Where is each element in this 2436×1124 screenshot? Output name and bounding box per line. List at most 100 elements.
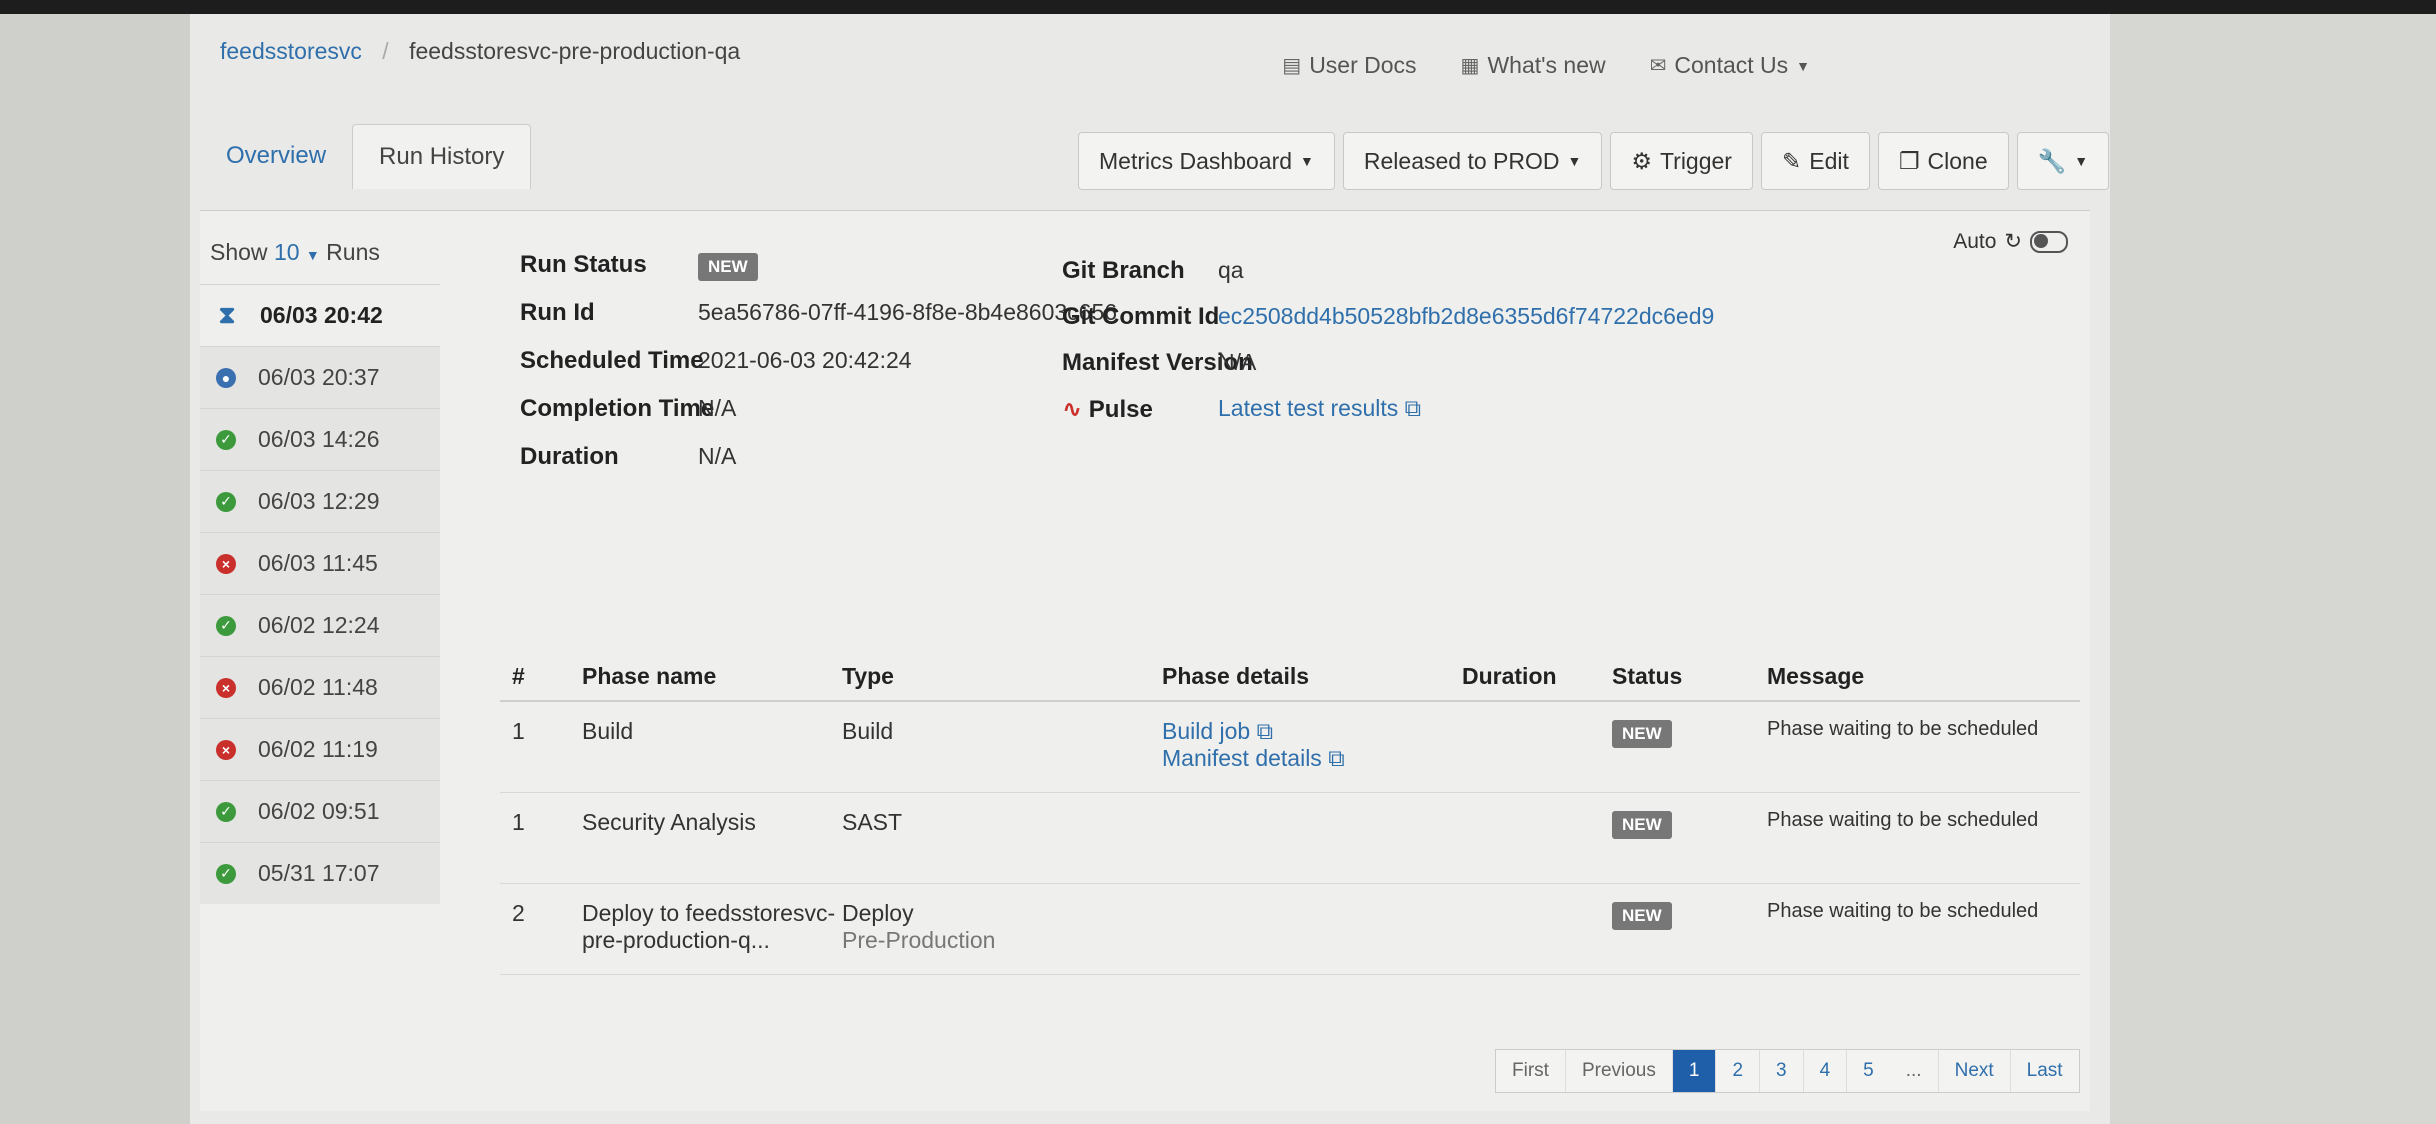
run-history-panel: Show 10 ▼ Runs ⧗ 06/03 20:42 ● 06/03 20:37 ✓… [200, 210, 2090, 1111]
chevron-down-icon[interactable]: ▼ [306, 247, 320, 263]
run-list-item[interactable]: ✓ 06/03 14:26 [200, 408, 440, 470]
status-waiting-icon: ⧗ [218, 301, 236, 329]
git-branch-value: qa [1218, 257, 1244, 283]
status-badge: NEW [1612, 811, 1672, 839]
whats-new-link[interactable]: ▦ What's new [1461, 52, 1606, 79]
run-time: 06/02 11:48 [258, 674, 378, 700]
tab-bar: Overview Run History [200, 124, 532, 189]
book-icon: ▤ [1282, 55, 1302, 77]
pulse-icon: ∿ [1062, 396, 1083, 423]
settings-dropdown-button[interactable]: 🔧 ▼ [2016, 132, 2110, 190]
col-header-status: Status [1612, 663, 1683, 689]
auto-label: Auto [1953, 229, 1997, 253]
status-failed-icon: × [216, 677, 236, 698]
run-status-value: NEW [698, 251, 758, 281]
status-failed-icon: × [216, 739, 236, 760]
user-docs-link[interactable]: ▤ User Docs [1282, 52, 1416, 79]
runs-label: Runs [326, 239, 380, 265]
phase-name: Build [582, 718, 634, 744]
run-list-item[interactable]: × 06/03 11:45 [200, 532, 440, 594]
phase-type: SAST [842, 809, 903, 835]
phase-detail-link[interactable]: Manifest details ⧉ [1162, 745, 1462, 772]
pager-ellipsis: ... [1890, 1050, 1939, 1092]
latest-test-results-link[interactable]: Latest test results ⧉ [1218, 395, 1421, 422]
phase-detail-label: Build job [1162, 718, 1251, 744]
breadcrumb-pipeline: feedsstoresvc-pre-production-qa [409, 38, 741, 64]
git-commit-link[interactable]: ec2508dd4b50528bfb2d8e6355d6f74722dc6ed9 [1218, 303, 1714, 330]
pager-next[interactable]: Next [1939, 1050, 2011, 1092]
run-list: Show 10 ▼ Runs ⧗ 06/03 20:42 ● 06/03 20:37 ✓… [200, 221, 440, 904]
released-to-prod-label: Released to PROD [1363, 147, 1560, 174]
trigger-label: Trigger [1659, 147, 1732, 174]
status-badge: NEW [698, 253, 758, 281]
phase-status-cell: NEW [1612, 809, 1767, 867]
refresh-icon: ↻ [2004, 230, 2022, 253]
completion-time-label: Completion Time [520, 395, 715, 422]
pager-page[interactable]: 2 [1716, 1050, 1761, 1092]
tab-overview[interactable]: Overview [200, 124, 352, 189]
clone-button[interactable]: ❐ Clone [1877, 132, 2009, 190]
phase-type-cell: Deploy Pre-Production [842, 900, 1162, 958]
run-list-item[interactable]: ⧗ 06/03 20:42 [200, 284, 440, 346]
pager-page[interactable]: 1 [1672, 1050, 1717, 1092]
run-list-item[interactable]: ✓ 05/31 17:07 [200, 842, 440, 904]
show-runs-control: Show 10 ▼ Runs [200, 221, 440, 284]
contact-us-dropdown[interactable]: ✉ Contact Us ▼ [1650, 52, 1810, 79]
external-link-icon: ⧉ [1404, 395, 1422, 421]
run-list-item[interactable]: ✓ 06/03 12:29 [200, 470, 440, 532]
released-to-prod-button[interactable]: Released to PROD ▼ [1342, 132, 1603, 190]
whats-new-label: What's new [1487, 52, 1606, 78]
contact-us-label: Contact Us [1674, 52, 1789, 78]
auto-refresh-control[interactable]: Auto ↻ [1953, 229, 2068, 254]
edit-button[interactable]: ✎ Edit [1760, 132, 1870, 190]
breadcrumb-service-link[interactable]: feedsstoresvc [220, 38, 362, 64]
gears-icon: ⚙ [1631, 147, 1652, 174]
chevron-down-icon: ▼ [1567, 153, 1582, 169]
breadcrumb: feedsstoresvc / feedsstoresvc-pre-produc… [220, 38, 740, 65]
chevron-down-icon: ▼ [1796, 57, 1810, 74]
auto-refresh-toggle[interactable] [2030, 230, 2068, 253]
run-list-item[interactable]: × 06/02 11:48 [200, 656, 440, 718]
phase-details-cell [1162, 809, 1462, 867]
run-time: 05/31 17:07 [258, 860, 380, 886]
phase-subtype: Pre-Production [842, 927, 996, 953]
phase-details-cell: Build job ⧉ Manifest details ⧉ [1162, 718, 1462, 776]
action-toolbar: Metrics Dashboard ▼ Released to PROD ▼ ⚙… [1078, 132, 2110, 190]
phase-message: Phase waiting to be scheduled [1767, 718, 2039, 740]
phase-name: Security Analysis [582, 809, 756, 835]
duration-label: Duration [520, 443, 619, 470]
top-links: ▤ User Docs ▦ What's new ✉ Contact Us ▼ [1282, 52, 1810, 79]
run-list-item[interactable]: ● 06/03 20:37 [200, 346, 440, 408]
run-id-label: Run Id [520, 299, 595, 326]
status-failed-icon: × [216, 553, 236, 574]
run-time: 06/03 12:29 [258, 488, 380, 514]
metrics-dashboard-button[interactable]: Metrics Dashboard ▼ [1078, 132, 1335, 190]
pager-page[interactable]: 4 [1804, 1050, 1848, 1092]
tab-run-history[interactable]: Run History [352, 124, 532, 189]
phase-detail-link[interactable]: Build job ⧉ [1162, 718, 1462, 745]
pager-previous[interactable]: Previous [1566, 1050, 1673, 1092]
metrics-dashboard-label: Metrics Dashboard [1099, 147, 1293, 174]
status-success-icon: ✓ [216, 801, 236, 822]
status-badge: NEW [1612, 902, 1672, 930]
run-time: 06/03 20:42 [260, 302, 383, 328]
run-list-item[interactable]: ✓ 06/02 09:51 [200, 780, 440, 842]
run-id-value: 5ea56786-07ff-4196-8f8e-8b4e8603c656 [698, 299, 1118, 325]
chevron-down-icon: ▼ [1300, 153, 1314, 169]
pager-first[interactable]: First [1496, 1050, 1566, 1092]
runs-count-dropdown[interactable]: 10 [274, 239, 300, 265]
pager-page[interactable]: 5 [1847, 1050, 1890, 1092]
run-list-item[interactable]: ✓ 06/02 12:24 [200, 594, 440, 656]
screen-top-bezel [0, 0, 2436, 14]
clone-label: Clone [1927, 147, 1988, 174]
status-badge: NEW [1612, 720, 1672, 748]
col-header-duration: Duration [1462, 663, 1557, 689]
trigger-button[interactable]: ⚙ Trigger [1610, 132, 1753, 190]
pager-last[interactable]: Last [2011, 1050, 2079, 1092]
pager-page[interactable]: 3 [1760, 1050, 1804, 1092]
phase-duration [1462, 900, 1612, 958]
newspaper-icon: ▦ [1460, 55, 1480, 77]
run-list-item[interactable]: × 06/02 11:19 [200, 718, 440, 780]
scheduled-time-value: 2021-06-03 20:42:24 [698, 347, 912, 373]
completion-time-value: N/A [698, 395, 737, 421]
